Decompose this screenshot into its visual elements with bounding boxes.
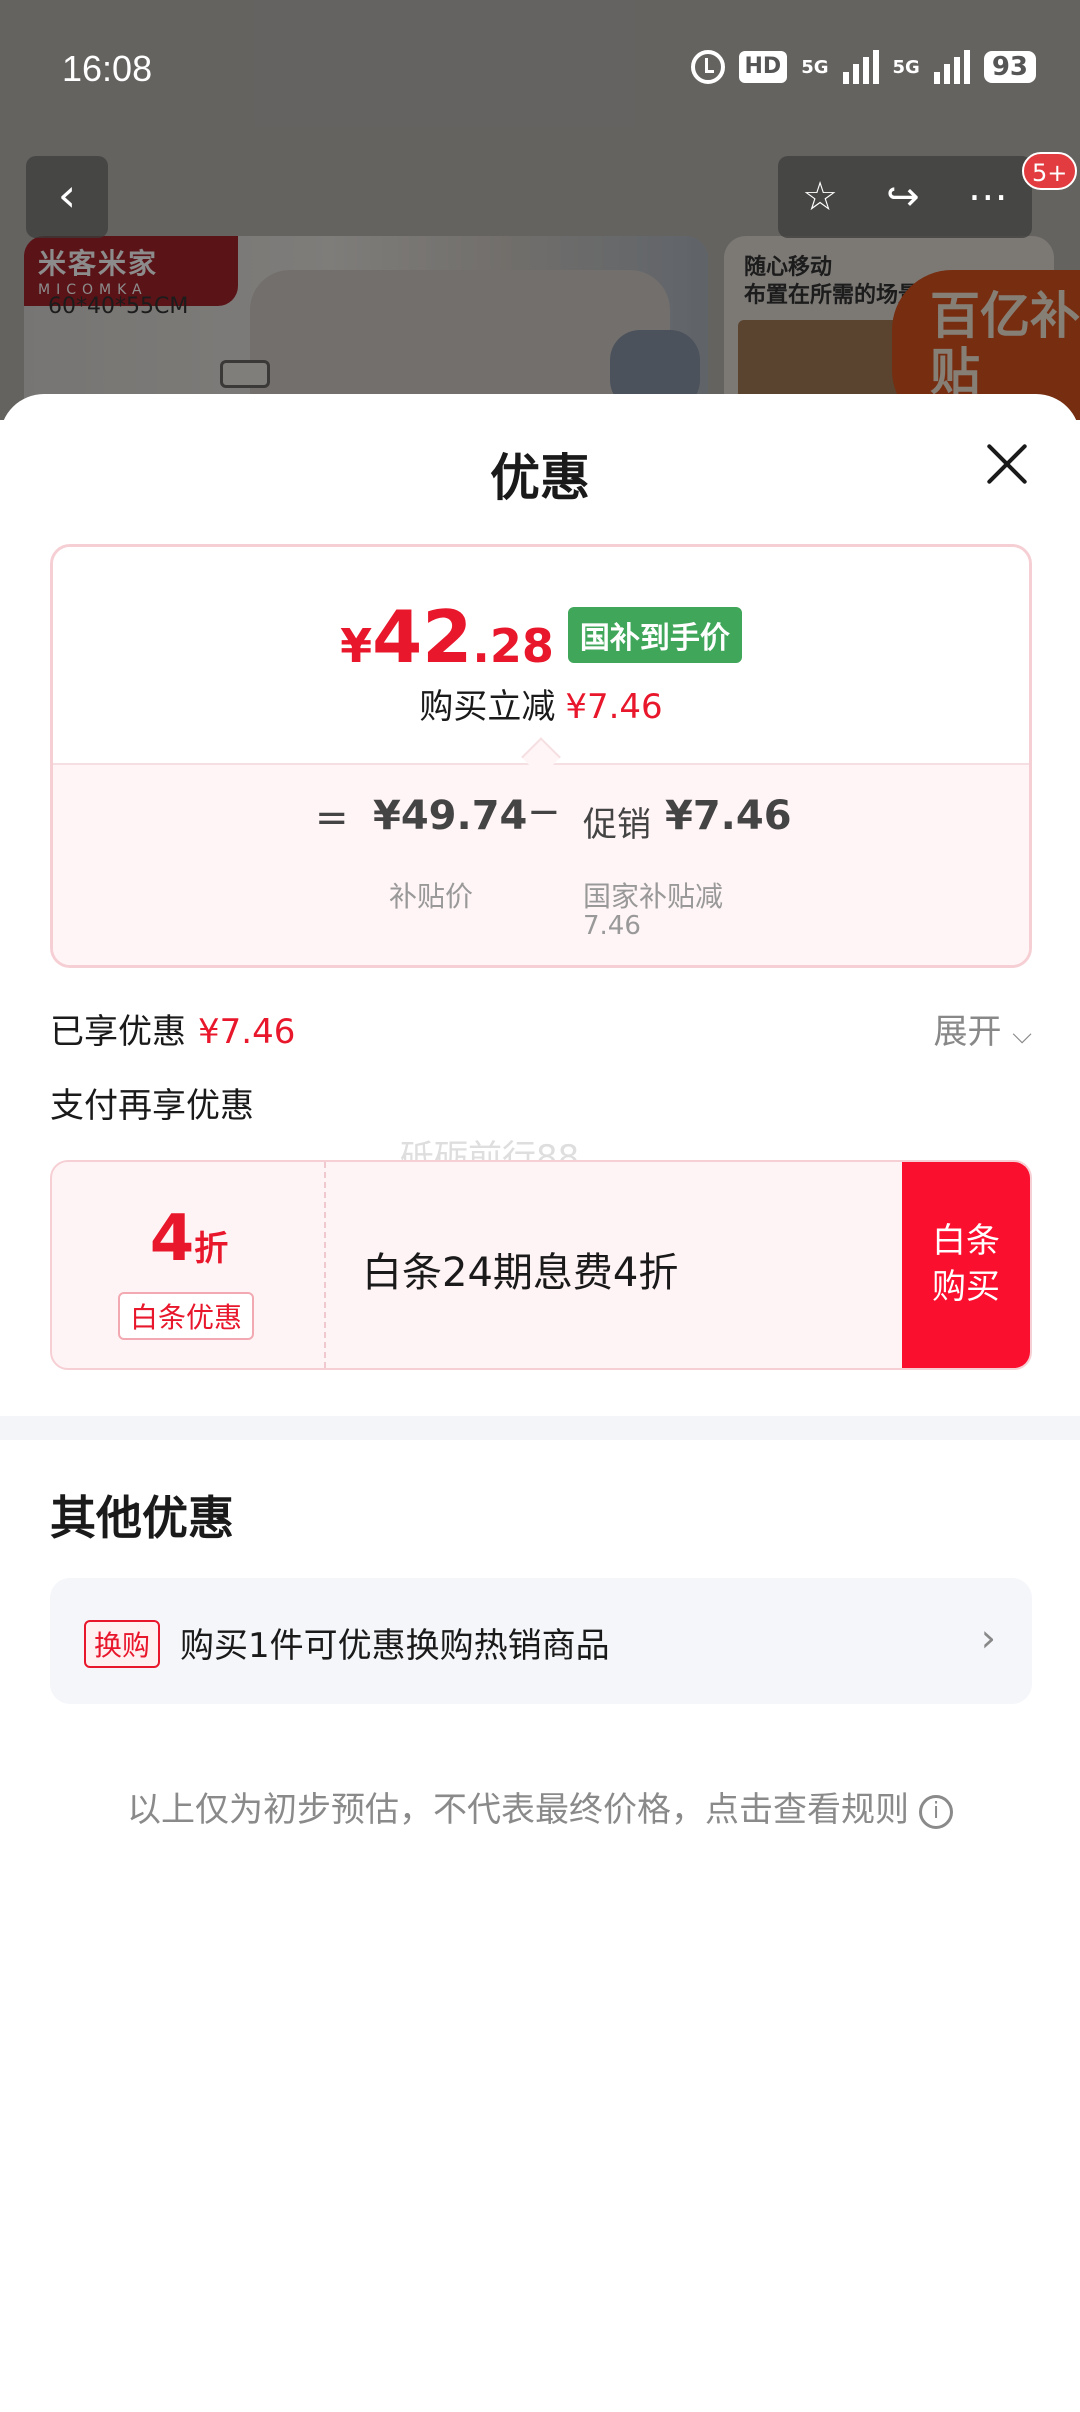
national-subsidy-value: 7.46	[583, 911, 641, 941]
share-icon[interactable]: ↪	[886, 157, 920, 237]
star-icon[interactable]: ☆	[802, 157, 838, 237]
other-discounts-title: 其他优惠	[50, 1491, 234, 1545]
coupon-number: 4	[149, 1202, 195, 1276]
promo-label: 促销	[583, 805, 651, 845]
price-card: ¥ 42 .28 国补到手价 购买立减 ¥7.46 = ¥49.74 − 促销 ¥…	[50, 544, 1032, 968]
alarm-icon	[690, 50, 725, 84]
expand-label: 展开	[933, 1012, 1002, 1052]
sheet-title: 优惠	[490, 449, 590, 507]
final-price: ¥ 42 .28 国补到手价	[53, 595, 1029, 679]
minus-sign: −	[527, 789, 561, 835]
signal-icon-2	[933, 50, 970, 84]
section-divider	[0, 1416, 1080, 1440]
coupon-tag: 白条优惠	[118, 1292, 255, 1340]
baitiao-buy-button[interactable]: 白条 购买	[902, 1162, 1030, 1368]
coupon-unit: 折	[194, 1229, 229, 1269]
enjoyed-value: ¥7.46	[198, 1012, 296, 1052]
status-bar: 16:08 HD 5G 5G 93	[0, 0, 1080, 140]
enjoyed-discount: 已享优惠 ¥7.46	[50, 1004, 295, 1053]
equals-sign: =	[315, 795, 349, 841]
network-label-2: 5G	[892, 56, 920, 78]
battery-icon: 93	[983, 51, 1036, 83]
network-label-1: 5G	[801, 56, 829, 78]
trade-in-tag: 换购	[84, 1620, 161, 1668]
back-button[interactable]: ‹	[26, 156, 108, 238]
status-icons: HD 5G 5G 93	[690, 50, 1036, 84]
coupon-description: 白条24期息费4折	[362, 1250, 679, 1296]
subsidy-price-value: ¥49.74	[373, 793, 528, 839]
price-decimal: .28	[472, 619, 554, 673]
expand-toggle[interactable]: 展开 ⌵	[933, 1004, 1032, 1053]
baitiao-coupon[interactable]: 4折 白条优惠 白条24期息费4折 白条 购买	[50, 1160, 1032, 1370]
price-integer: 42	[372, 595, 473, 679]
signal-icon	[842, 50, 879, 84]
chevron-left-icon: ‹	[57, 168, 77, 222]
buy-button-line1: 白条	[932, 1221, 1000, 1261]
more-icon[interactable]: ⋯	[968, 157, 1008, 237]
subsidy-price-tag: 国补到手价	[567, 607, 742, 663]
rules-text: 以上仅为初步预估，不代表最终价格，点击查看规则	[127, 1790, 909, 1830]
rules-link[interactable]: 以上仅为初步预估，不代表最终价格，点击查看规则 i	[0, 1782, 1080, 1831]
close-icon[interactable]	[978, 436, 1034, 492]
trade-in-offer-row[interactable]: 换购 购买1件可优惠换购热销商品 ›	[50, 1578, 1032, 1704]
price-breakdown: = ¥49.74 − 促销 ¥7.46 补贴价 国家补贴减 7.46	[53, 763, 1029, 965]
top-action-bar: ☆ ↪ ⋯	[778, 156, 1032, 238]
buy-button-line2: 购买	[932, 1267, 1000, 1307]
coupon-value-block: 4折 白条优惠	[52, 1162, 326, 1368]
status-time: 16:08	[62, 48, 153, 89]
promo-value: ¥7.46	[665, 793, 792, 839]
national-subsidy-label: 国家补贴减	[583, 880, 724, 913]
coupon-discount: 4折	[52, 1202, 326, 1276]
enjoyed-label: 已享优惠	[50, 1012, 186, 1052]
info-icon: i	[919, 1794, 953, 1829]
price-summary: ¥ 42 .28 国补到手价 购买立减 ¥7.46	[53, 547, 1029, 763]
chevron-right-icon: ›	[980, 1616, 996, 1660]
payment-discount-title: 支付再享优惠	[50, 1086, 254, 1126]
discount-sheet: 优惠 ¥ 42 .28 国补到手价 购买立减 ¥7.46 = ¥49.74 − 促…	[0, 394, 1080, 2412]
chevron-down-icon: ⌵	[1012, 1020, 1032, 1050]
instant-reduction: 购买立减 ¥7.46	[53, 679, 1029, 728]
hd-icon: HD	[738, 51, 788, 83]
price-currency: ¥	[340, 619, 373, 673]
subsidy-price-label: 补贴价	[389, 880, 474, 913]
trade-in-text: 购买1件可优惠换购热销商品	[180, 1626, 610, 1666]
reduce-value: ¥7.46	[565, 687, 663, 727]
reduce-label: 购买立减	[419, 687, 556, 727]
cart-badge: 5+	[1022, 152, 1078, 190]
